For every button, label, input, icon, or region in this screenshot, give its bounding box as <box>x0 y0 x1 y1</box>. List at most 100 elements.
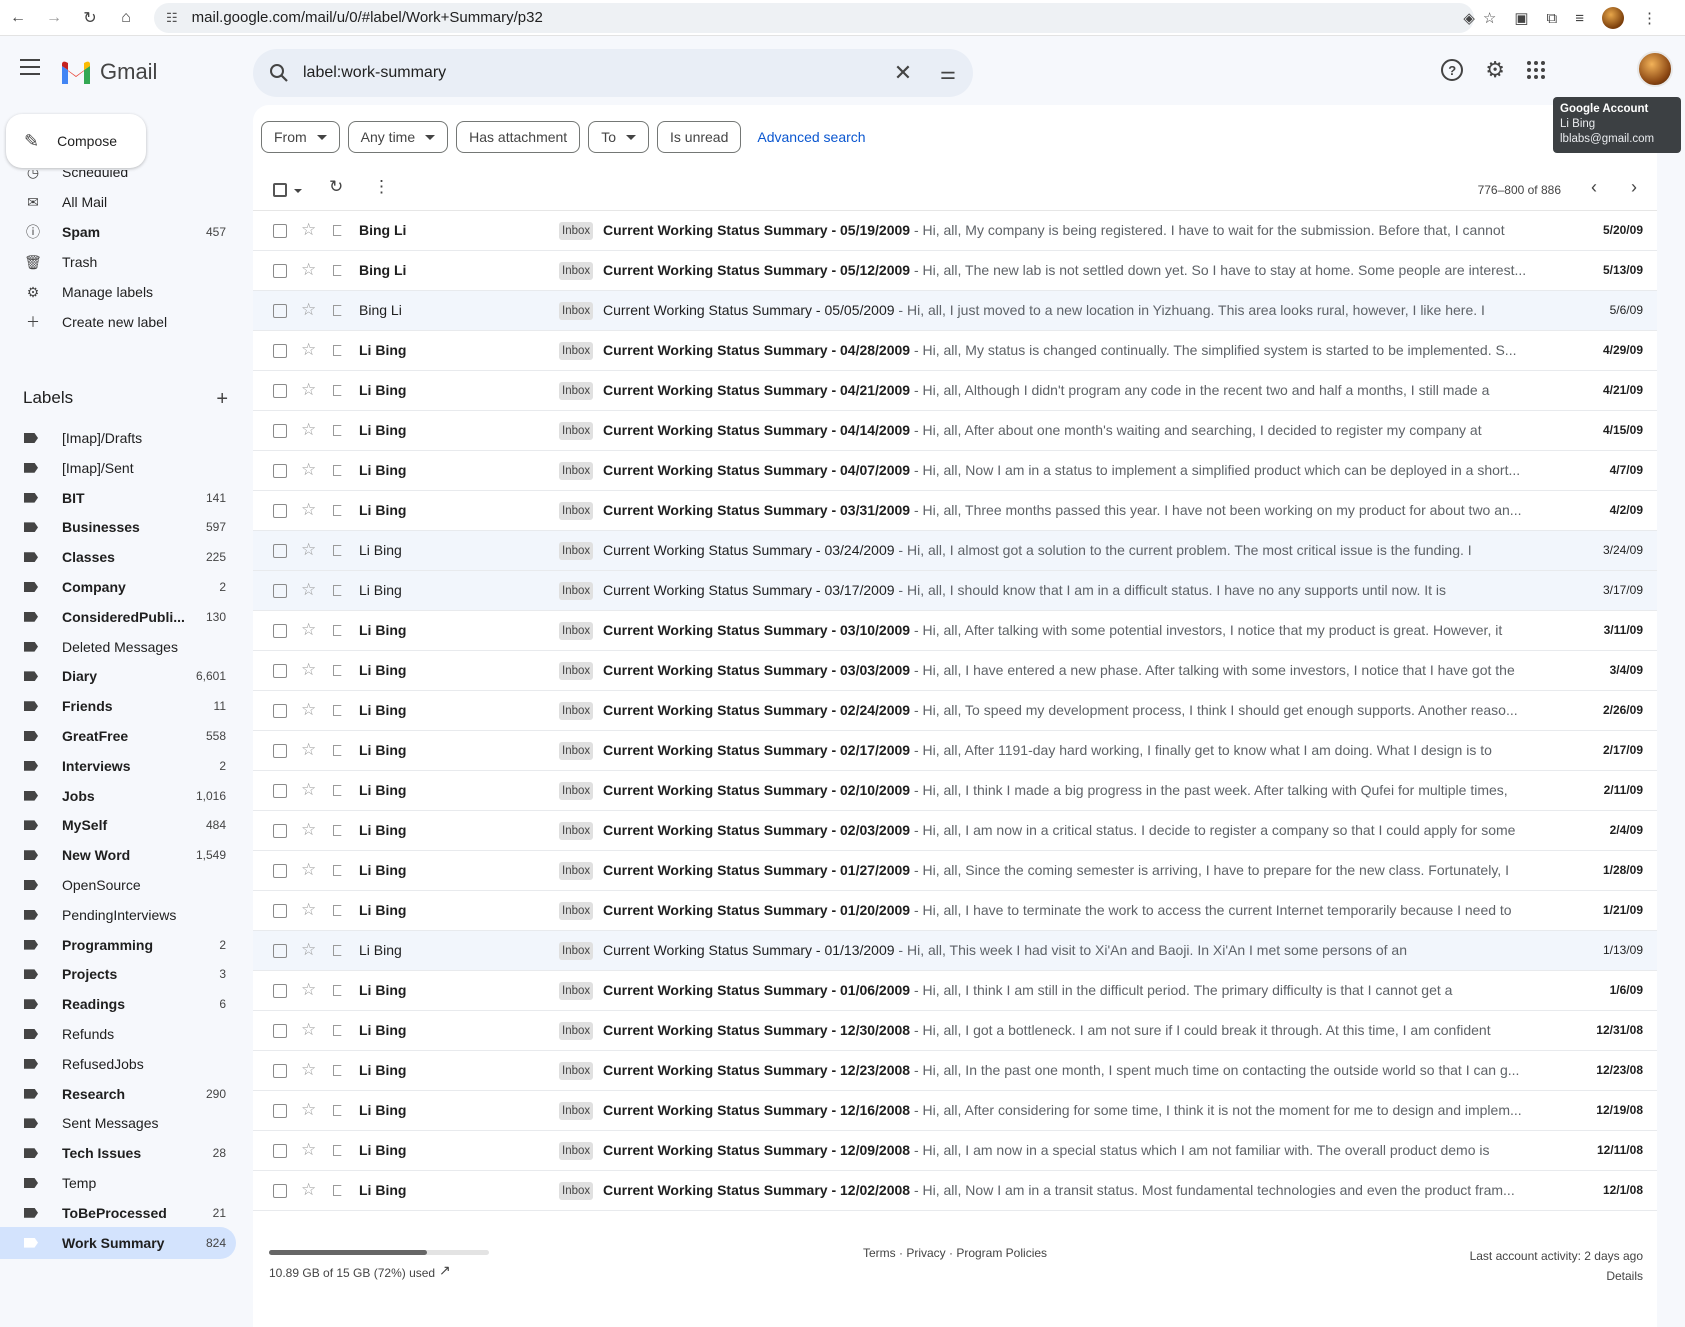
bookmark-star-icon[interactable]: ☆ <box>1483 9 1496 27</box>
importance-marker-icon[interactable] <box>333 705 346 716</box>
inbox-label-badge[interactable]: Inbox <box>559 462 594 480</box>
star-icon[interactable]: ☆ <box>301 1060 316 1080</box>
star-icon[interactable]: ☆ <box>301 380 316 400</box>
settings-gear-icon[interactable]: ⚙ <box>1485 59 1505 81</box>
email-row[interactable]: ☆ Li Bing Inbox Current Working Status Summ… <box>253 1171 1657 1211</box>
row-checkbox[interactable] <box>273 944 287 958</box>
sidebar-label-item[interactable]: Interviews 2 <box>0 750 236 782</box>
star-icon[interactable]: ☆ <box>301 620 316 640</box>
star-icon[interactable]: ☆ <box>301 460 316 480</box>
back-icon[interactable]: ← <box>0 0 36 36</box>
star-icon[interactable]: ☆ <box>301 940 316 960</box>
row-checkbox[interactable] <box>273 864 287 878</box>
row-checkbox[interactable] <box>273 1064 287 1078</box>
row-checkbox[interactable] <box>273 224 287 238</box>
inbox-label-badge[interactable]: Inbox <box>559 782 594 800</box>
row-checkbox[interactable] <box>273 1024 287 1038</box>
refresh-icon[interactable]: ↻ <box>329 177 343 197</box>
clear-search-icon[interactable]: ✕ <box>883 60 923 86</box>
row-checkbox[interactable] <box>273 1184 287 1198</box>
importance-marker-icon[interactable] <box>333 985 346 996</box>
email-row[interactable]: ☆ Li Bing Inbox Current Working Status Summ… <box>253 691 1657 731</box>
row-checkbox[interactable] <box>273 424 287 438</box>
importance-marker-icon[interactable] <box>333 265 346 276</box>
previous-page-icon[interactable]: ‹ <box>1591 177 1597 198</box>
google-apps-icon[interactable] <box>1527 61 1545 79</box>
row-checkbox[interactable] <box>273 344 287 358</box>
importance-marker-icon[interactable] <box>333 865 346 876</box>
sidebar-label-item[interactable]: Temp <box>0 1167 236 1199</box>
importance-marker-icon[interactable] <box>333 385 346 396</box>
importance-marker-icon[interactable] <box>333 945 346 956</box>
filter-is-unread-chip[interactable]: Is unread <box>657 121 742 153</box>
email-row[interactable]: ☆ Li Bing Inbox Current Working Status Summ… <box>253 1051 1657 1091</box>
importance-marker-icon[interactable] <box>333 305 346 316</box>
sidebar-label-item[interactable]: Research 290 <box>0 1078 236 1110</box>
browser-menu-icon[interactable]: ⋮ <box>1642 9 1657 27</box>
row-checkbox[interactable] <box>273 704 287 718</box>
inbox-label-badge[interactable]: Inbox <box>559 422 594 440</box>
star-icon[interactable]: ☆ <box>301 900 316 920</box>
inbox-label-badge[interactable]: Inbox <box>559 942 594 960</box>
sidebar-label-item[interactable]: Tech Issues 28 <box>0 1137 236 1169</box>
sidebar-item-create-label[interactable]: ＋ Create new label <box>0 306 236 338</box>
sidebar-label-item[interactable]: Company 2 <box>0 571 236 603</box>
row-checkbox[interactable] <box>273 624 287 638</box>
star-icon[interactable]: ☆ <box>301 500 316 520</box>
inbox-label-badge[interactable]: Inbox <box>559 222 594 240</box>
inbox-label-badge[interactable]: Inbox <box>559 822 594 840</box>
search-icon[interactable] <box>267 61 291 85</box>
inbox-label-badge[interactable]: Inbox <box>559 662 594 680</box>
sidebar-label-item[interactable]: MySelf 484 <box>0 809 236 841</box>
browser-profile-avatar[interactable] <box>1602 7 1624 29</box>
star-icon[interactable]: ☆ <box>301 1140 316 1160</box>
sidebar-label-item[interactable]: Businesses 597 <box>0 511 236 543</box>
importance-marker-icon[interactable] <box>333 785 346 796</box>
star-icon[interactable]: ☆ <box>301 1180 316 1200</box>
email-row[interactable]: ☆ Li Bing Inbox Current Working Status Summ… <box>253 1091 1657 1131</box>
sidebar-label-item[interactable]: Deleted Messages <box>0 631 236 663</box>
email-row[interactable]: ☆ Li Bing Inbox Current Working Status Summ… <box>253 411 1657 451</box>
importance-marker-icon[interactable] <box>333 745 346 756</box>
importance-marker-icon[interactable] <box>333 1025 346 1036</box>
search-bar[interactable]: label:work-summary ✕ ⚌ <box>253 49 973 97</box>
email-row[interactable]: ☆ Li Bing Inbox Current Working Status Summ… <box>253 931 1657 971</box>
email-row[interactable]: ☆ Li Bing Inbox Current Working Status Summ… <box>253 531 1657 571</box>
email-row[interactable]: ☆ Li Bing Inbox Current Working Status Summ… <box>253 851 1657 891</box>
main-menu-icon[interactable] <box>20 59 44 79</box>
inbox-label-badge[interactable]: Inbox <box>559 342 594 360</box>
email-row[interactable]: ☆ Li Bing Inbox Current Working Status Summ… <box>253 611 1657 651</box>
select-menu-chevron-icon[interactable] <box>294 189 302 193</box>
email-row[interactable]: ☆ Li Bing Inbox Current Working Status Summ… <box>253 1011 1657 1051</box>
row-checkbox[interactable] <box>273 824 287 838</box>
row-checkbox[interactable] <box>273 984 287 998</box>
email-row[interactable]: ☆ Li Bing Inbox Current Working Status Summ… <box>253 571 1657 611</box>
email-row[interactable]: ☆ Li Bing Inbox Current Working Status Summ… <box>253 371 1657 411</box>
sidebar-item-spam[interactable]: ⓘ Spam 457 <box>0 216 236 248</box>
email-row[interactable]: ☆ Li Bing Inbox Current Working Status Summ… <box>253 731 1657 771</box>
email-row[interactable]: ☆ Li Bing Inbox Current Working Status Summ… <box>253 1131 1657 1171</box>
star-icon[interactable]: ☆ <box>301 1100 316 1120</box>
sidebar-label-item[interactable]: BIT 141 <box>0 482 236 514</box>
sidebar-label-item[interactable]: OpenSource <box>0 869 236 901</box>
importance-marker-icon[interactable] <box>333 345 346 356</box>
sidebar-label-item[interactable]: Work Summary 824 <box>0 1226 236 1259</box>
email-row[interactable]: ☆ Bing Li Inbox Current Working Status Summ… <box>253 211 1657 251</box>
account-avatar[interactable] <box>1637 51 1673 87</box>
sidebar-label-item[interactable]: ToBeProcessed 21 <box>0 1197 236 1229</box>
filter-any-time-chip[interactable]: Any time <box>347 121 449 153</box>
importance-marker-icon[interactable] <box>333 585 346 596</box>
star-icon[interactable]: ☆ <box>301 420 316 440</box>
inbox-label-badge[interactable]: Inbox <box>559 1102 594 1120</box>
row-checkbox[interactable] <box>273 304 287 318</box>
sidebar-label-item[interactable]: Refunds <box>0 1018 236 1050</box>
star-icon[interactable]: ☆ <box>301 980 316 1000</box>
eye-off-icon[interactable]: ◈ <box>1463 9 1475 27</box>
compose-button[interactable]: ✎ Compose <box>6 114 146 168</box>
inbox-label-badge[interactable]: Inbox <box>559 302 594 320</box>
importance-marker-icon[interactable] <box>333 465 346 476</box>
puzzle-icon[interactable]: ⧉ <box>1547 10 1558 27</box>
sidebar-item-manage-labels[interactable]: ⚙ Manage labels <box>0 276 236 308</box>
sidebar-label-item[interactable]: GreatFree 558 <box>0 720 236 752</box>
sidebar-label-item[interactable]: Friends 11 <box>0 690 236 722</box>
